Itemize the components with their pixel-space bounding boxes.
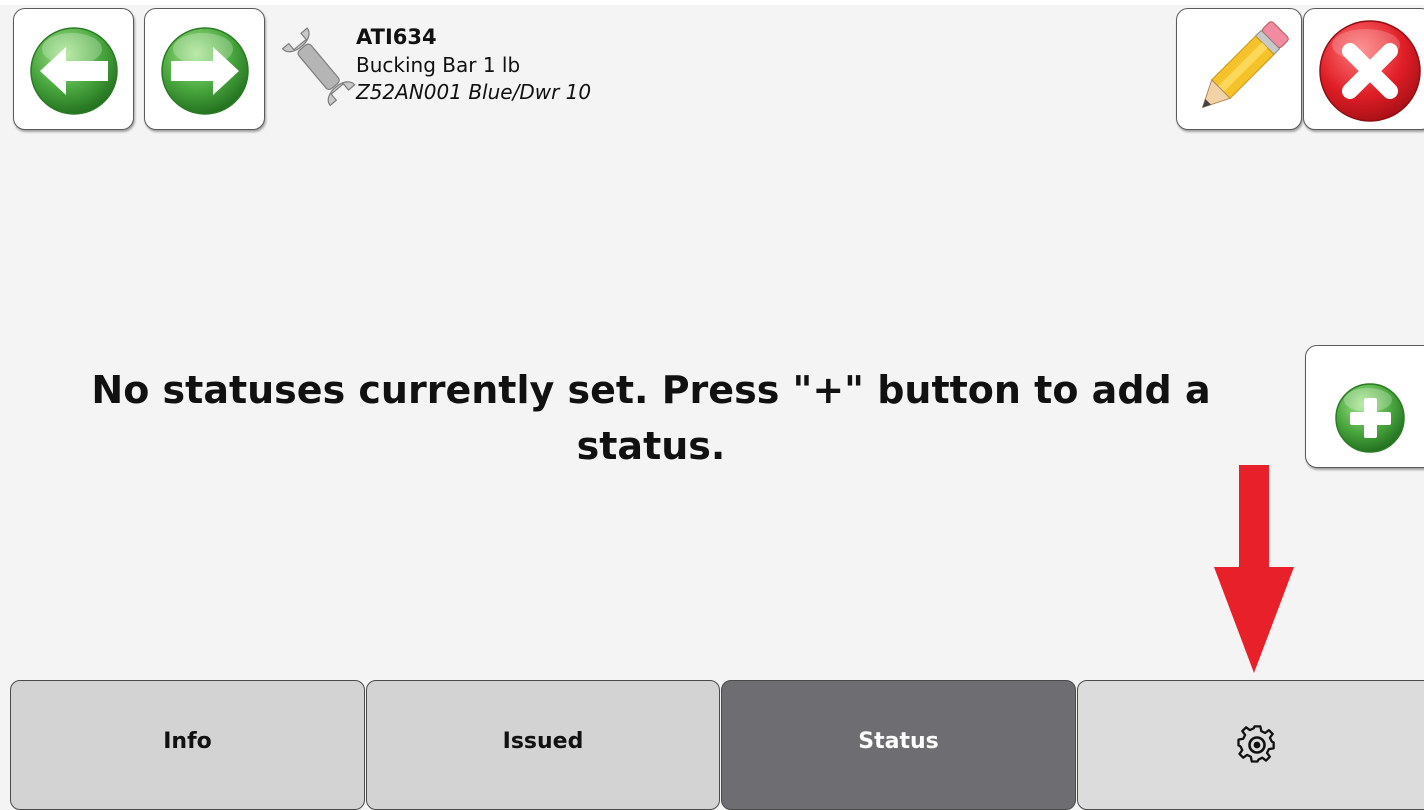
tab-info-label: Info xyxy=(163,729,212,754)
plus-icon xyxy=(1335,383,1405,453)
tab-status[interactable]: Status xyxy=(721,680,1076,810)
tab-status-label: Status xyxy=(858,729,939,754)
tool-id: ATI634 xyxy=(356,25,437,49)
empty-status-line-2: status. xyxy=(576,424,726,468)
right-arrow-icon xyxy=(161,27,249,115)
back-button[interactable] xyxy=(13,8,134,130)
top-strip xyxy=(0,0,1424,5)
wrench-icon xyxy=(281,27,356,107)
tool-info: ATI634 Bucking Bar 1 lb Z52AN001 Blue/Dw… xyxy=(356,24,591,106)
gear-icon xyxy=(1237,725,1275,763)
tool-location: Z52AN001 Blue/Dwr 10 xyxy=(356,80,592,104)
close-button[interactable] xyxy=(1303,8,1424,130)
tab-issued-label: Issued xyxy=(502,729,584,754)
tab-bar: Info Issued Status xyxy=(0,680,1424,810)
close-icon xyxy=(1319,20,1421,122)
empty-status-line-1: No statuses currently set. Press "+" but… xyxy=(91,368,1211,412)
tab-info[interactable]: Info xyxy=(10,680,365,810)
edit-button[interactable] xyxy=(1176,8,1302,130)
add-status-button[interactable] xyxy=(1305,345,1424,468)
left-arrow-icon xyxy=(30,27,118,115)
tab-issued[interactable]: Issued xyxy=(366,680,720,810)
forward-button[interactable] xyxy=(144,8,265,130)
down-arrow-icon xyxy=(1214,465,1294,673)
pencil-icon xyxy=(1201,21,1289,109)
tool-name: Bucking Bar 1 lb xyxy=(356,53,521,77)
tab-settings[interactable] xyxy=(1077,680,1424,810)
empty-status-message: No statuses currently set. Press "+" but… xyxy=(40,362,1262,474)
